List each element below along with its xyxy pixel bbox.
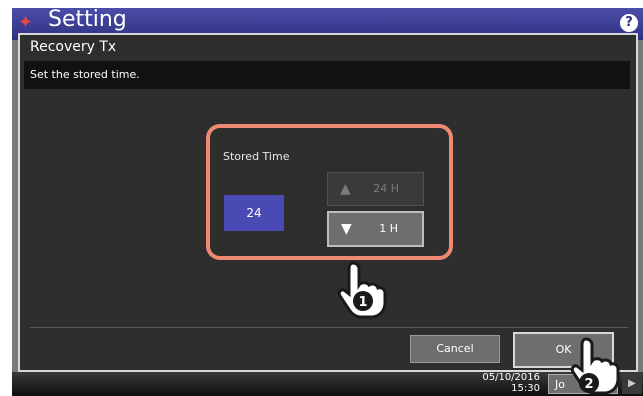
step-1-number: 1 [358, 295, 367, 310]
up-triangle-icon: ▲ [340, 181, 351, 197]
app-title: Setting [48, 7, 127, 32]
step-2-number: 2 [584, 377, 593, 392]
stored-time-value: 24 [224, 195, 284, 231]
help-icon[interactable]: ? [620, 14, 638, 32]
dialog-title: Recovery Tx [30, 39, 117, 55]
message-text: Set the stored time. [30, 68, 140, 81]
status-date: 05/10/2016 [482, 372, 540, 383]
divider [30, 327, 628, 328]
increase-button[interactable]: ▲ 24 H [327, 172, 424, 206]
status-datetime: 05/10/2016 15:30 [470, 372, 540, 394]
stored-time-label: Stored Time [223, 150, 290, 163]
status-time: 15:30 [511, 383, 540, 394]
increase-button-label: 24 H [373, 182, 399, 195]
hand-pointer-icon: 2 [570, 337, 620, 395]
hand-pointer-icon: 1 [337, 261, 387, 319]
decrease-button-label: 1 H [379, 222, 398, 235]
decrease-button[interactable]: ▼ 1 H [327, 211, 424, 247]
setting-app-icon: ✦ [18, 12, 34, 33]
cancel-button[interactable]: Cancel [410, 335, 500, 363]
recovery-tx-dialog: Recovery Tx Set the stored time. Stored … [18, 33, 638, 372]
down-triangle-icon: ▼ [341, 221, 352, 237]
message-bar: Set the stored time. [24, 61, 630, 89]
